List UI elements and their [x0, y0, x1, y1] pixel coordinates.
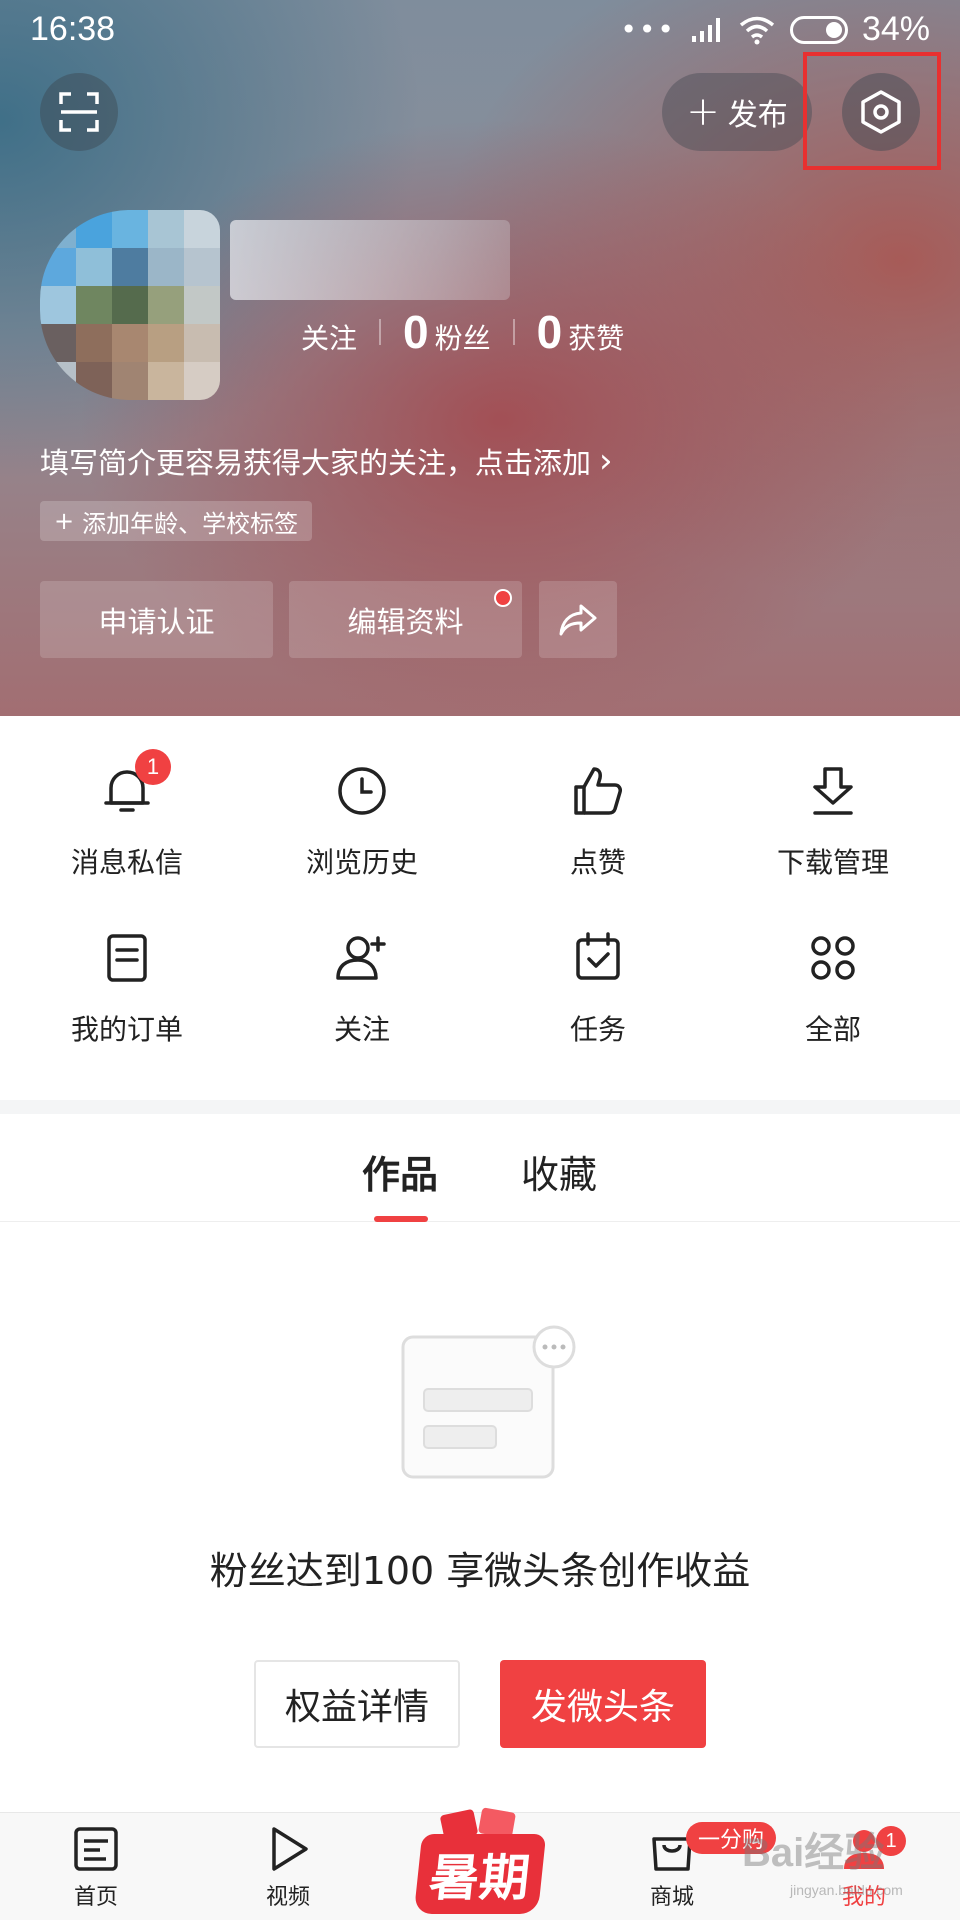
feature-downloads[interactable]: 下载管理	[733, 761, 933, 891]
feature-label: 我的订单	[70, 1013, 183, 1046]
share-icon	[559, 604, 597, 635]
annotation-highlight-box	[803, 52, 941, 170]
username-blurred	[230, 220, 510, 300]
stat-fans[interactable]: 0 粉丝	[403, 305, 491, 359]
profile-stats: 关注 0 粉丝 0 获赞	[295, 305, 624, 359]
feature-following[interactable]: 关注	[262, 928, 462, 1058]
feature-label: 关注	[333, 1013, 390, 1046]
status-time: 16:38	[30, 10, 116, 48]
avatar-pixelated-image	[40, 210, 220, 400]
download-icon	[803, 761, 863, 821]
feature-all[interactable]: 全部	[733, 928, 933, 1058]
feature-history[interactable]: 浏览历史	[262, 761, 462, 891]
stat-likes[interactable]: 0 获赞	[537, 305, 625, 359]
post-micro-headline-button[interactable]: 发微头条	[500, 1660, 706, 1748]
nav-summer-promo[interactable]: 暑期	[413, 1806, 547, 1914]
feature-messages[interactable]: 1 消息私信	[27, 749, 227, 891]
add-user-icon	[332, 928, 392, 988]
scan-icon	[59, 92, 99, 132]
empty-state-message: 粉丝达到100 享微头条创作收益	[209, 1549, 751, 1593]
grid-icon	[803, 928, 863, 988]
benefits-details-button[interactable]: 权益详情	[254, 1660, 460, 1748]
status-indicators: ••• 34%	[620, 10, 930, 49]
stat-label: 获赞	[568, 322, 625, 355]
chevron-right-icon: ›	[599, 441, 613, 481]
signal-icon	[691, 17, 720, 42]
notification-dot	[494, 589, 512, 607]
stat-label: 关注	[301, 322, 358, 355]
status-bar: 16:38 ••• 34%	[0, 0, 960, 60]
feature-grid: 1 消息私信 浏览历史 点赞 下载管理 我的订单 关注 任务 全部	[0, 716, 960, 1100]
stat-divider	[512, 319, 515, 345]
home-article-icon	[74, 1827, 118, 1871]
publish-label: 发布	[727, 98, 788, 133]
calendar-check-icon	[568, 928, 628, 988]
add-tags-label: 添加年龄、学校标签	[82, 509, 299, 538]
wifi-icon	[739, 16, 775, 44]
bell-icon: 1	[97, 749, 171, 821]
clock-icon	[332, 761, 392, 821]
feature-label: 任务	[569, 1013, 626, 1046]
scan-button[interactable]	[40, 73, 118, 151]
nav-label: 首页	[73, 1885, 118, 1910]
nav-home[interactable]: 首页	[36, 1823, 156, 1911]
stat-number: 0	[403, 306, 429, 358]
feature-label: 下载管理	[776, 846, 889, 879]
feature-label: 点赞	[569, 846, 626, 879]
empty-post-illustration-icon	[401, 1325, 576, 1479]
post-micro-headline-label: 发微头条	[530, 1687, 675, 1728]
edit-profile-button[interactable]: 编辑资料	[289, 581, 522, 658]
content-tabs: 作品 收藏	[0, 1114, 960, 1222]
share-button[interactable]	[539, 581, 617, 658]
feature-label: 浏览历史	[305, 846, 418, 879]
play-icon	[272, 1827, 308, 1871]
publish-button[interactable]: + 发布	[662, 73, 812, 151]
watermark-logo: Bai经验	[742, 1831, 885, 1875]
stat-divider	[379, 319, 382, 345]
feature-likes[interactable]: 点赞	[498, 761, 698, 891]
plus-icon: +	[686, 89, 720, 135]
stat-following[interactable]: 关注	[295, 317, 357, 357]
active-tab-indicator	[374, 1216, 428, 1222]
feature-label: 全部	[804, 1013, 861, 1046]
message-count-badge: 1	[135, 749, 171, 785]
feature-tasks[interactable]: 任务	[498, 928, 698, 1058]
add-tags-chip[interactable]: + 添加年龄、学校标签	[40, 501, 313, 541]
feature-label: 消息私信	[70, 846, 183, 879]
thumbs-up-icon	[568, 761, 628, 821]
battery-level: 34%	[861, 10, 930, 48]
status-dots: •••	[620, 13, 676, 46]
plus-icon: +	[54, 507, 75, 535]
verify-button[interactable]: 申请认证	[40, 581, 273, 658]
battery-icon	[789, 15, 848, 44]
summer-promo-label: 暑期	[413, 1834, 547, 1914]
section-divider	[0, 1100, 960, 1114]
bio-prompt[interactable]: 填写简介更容易获得大家的关注，点击添加 ›	[40, 440, 613, 482]
stat-number: 0	[536, 306, 563, 358]
order-icon	[97, 928, 157, 988]
nav-label: 商城	[649, 1885, 694, 1910]
benefits-details-label: 权益详情	[284, 1687, 429, 1728]
tab-favorites[interactable]: 收藏	[521, 1144, 597, 1199]
nav-video[interactable]: 视频	[228, 1823, 348, 1911]
watermark-url: jingyan.baidu.com	[790, 1882, 903, 1898]
feature-orders[interactable]: 我的订单	[27, 928, 227, 1058]
verify-label: 申请认证	[98, 604, 215, 639]
tab-works[interactable]: 作品	[362, 1144, 438, 1199]
bio-prompt-text: 填写简介更容易获得大家的关注，点击添加	[40, 446, 592, 480]
avatar[interactable]	[40, 210, 220, 400]
edit-profile-label: 编辑资料	[347, 604, 464, 639]
stat-label: 粉丝	[434, 322, 491, 355]
profile-header: 16:38 ••• 34% + 发布 关注 0 粉丝 0 获赞 填写简介更容易获…	[0, 0, 960, 716]
nav-label: 视频	[265, 1885, 310, 1910]
